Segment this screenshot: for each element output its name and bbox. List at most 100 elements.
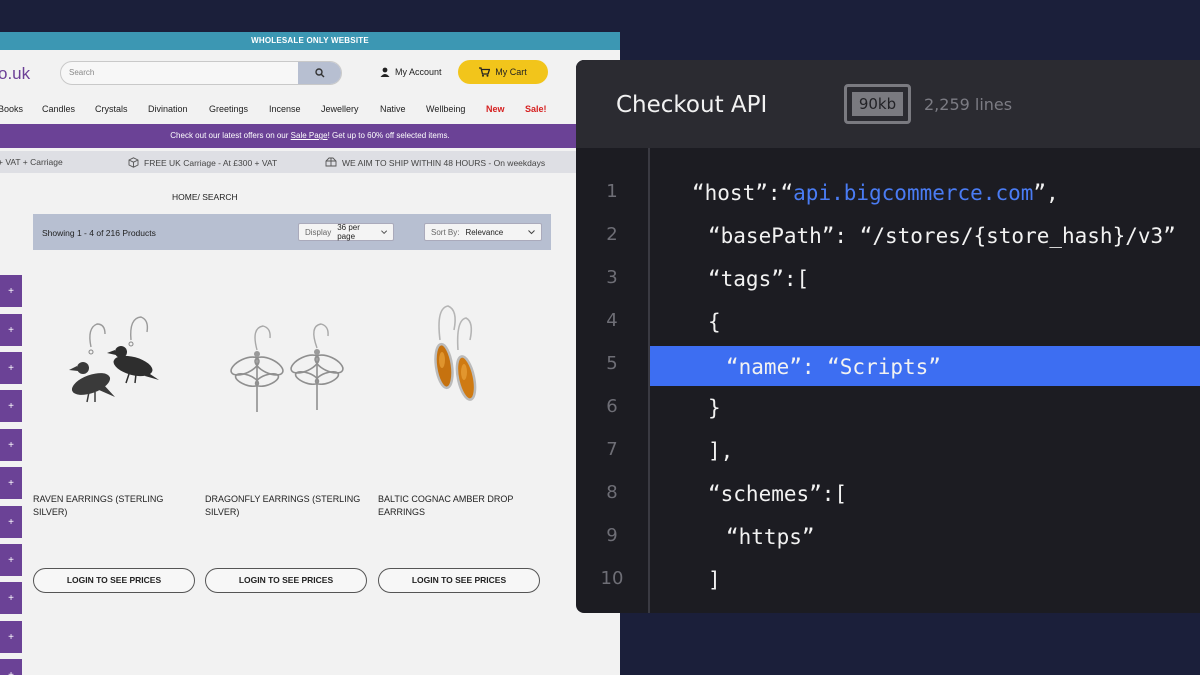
search-button[interactable]: [298, 62, 341, 84]
nav-new[interactable]: New: [486, 104, 505, 114]
my-cart-label: My Cart: [495, 67, 527, 77]
chevron-down-icon: [528, 229, 535, 234]
code-line: “name”: “Scripts”: [726, 355, 941, 379]
product-card: RAVEN EARRINGS (STERLING SILVER): [33, 262, 195, 517]
promo-banner: Check out our latest offers on our Sale …: [0, 124, 620, 148]
store-logo[interactable]: o.uk: [0, 64, 30, 84]
store-window: WHOLESALE ONLY WEBSITE o.uk Search My Ac…: [0, 32, 620, 675]
display-select[interactable]: Display 36 per page: [298, 223, 394, 241]
line-number: 9: [606, 525, 618, 546]
nav-wellbeing[interactable]: Wellbeing: [426, 104, 465, 114]
cart-icon: [479, 67, 491, 77]
shipping-time-info: WE AIM TO SHIP WITHIN 48 HOURS - On week…: [325, 157, 545, 168]
sort-label: Sort By:: [431, 227, 460, 237]
product-image-raven[interactable]: [33, 262, 195, 432]
shipping-box-icon: [325, 157, 337, 167]
nav-greetings[interactable]: Greetings: [209, 104, 248, 114]
filter-expand-button[interactable]: +: [0, 275, 22, 307]
nav-divination[interactable]: Divination: [148, 104, 188, 114]
code-line: “host”:“api.bigcommerce.com”,: [692, 181, 1059, 205]
code-text: “host”:“: [692, 181, 794, 205]
filter-expand-button[interactable]: +: [0, 352, 22, 384]
login-to-see-prices-button[interactable]: LOGIN TO SEE PRICES: [378, 568, 540, 593]
product-image-dragonfly[interactable]: [205, 262, 367, 432]
line-number: 4: [606, 310, 618, 331]
nav-incense[interactable]: Incense: [269, 104, 301, 114]
box-icon: [128, 157, 139, 168]
code-line: ],: [708, 439, 734, 463]
search-input[interactable]: Search: [69, 68, 94, 77]
code-line: “https”: [726, 525, 815, 549]
filter-expand-button[interactable]: +: [0, 582, 22, 614]
search-bar[interactable]: Search: [60, 61, 342, 85]
breadcrumb[interactable]: HOME/ SEARCH: [172, 192, 238, 202]
display-label: Display: [305, 227, 332, 237]
filter-expand-button[interactable]: +: [0, 390, 22, 422]
results-count: Showing 1 - 4 of 216 Products: [42, 228, 156, 238]
filter-expand-button[interactable]: +: [0, 314, 22, 346]
results-toolbar: Showing 1 - 4 of 216 Products Display 36…: [33, 214, 551, 250]
filter-expand-button[interactable]: +: [0, 659, 22, 675]
product-card: BALTIC COGNAC AMBER DROP EARRINGS: [378, 262, 540, 517]
vat-carriage-text: + VAT + Carriage: [0, 157, 63, 167]
line-number: 3: [606, 267, 618, 288]
code-panel: Checkout API 90kb 2,259 lines 1 2 3 4 5 …: [576, 60, 1200, 613]
free-carriage-info: FREE UK Carriage - At £300 + VAT: [128, 157, 277, 168]
line-number: 7: [606, 439, 618, 460]
code-line: “basePath”: “/stores/{store_hash}/v3”: [708, 224, 1176, 248]
line-number: 2: [606, 224, 618, 245]
product-name[interactable]: DRAGONFLY EARRINGS (STERLING SILVER): [205, 493, 367, 518]
free-carriage-text: FREE UK Carriage - At £300 + VAT: [144, 157, 278, 168]
code-text: ”,: [1033, 181, 1059, 205]
filter-expand-button[interactable]: +: [0, 621, 22, 653]
promo-text-after: ! Get up to 60% off selected items.: [327, 131, 450, 140]
nav-crystals[interactable]: Crystals: [95, 104, 128, 114]
store-header: o.uk Search My Account My Cart: [0, 50, 620, 90]
category-nav: Books Candles Crystals Divination Greeti…: [0, 96, 620, 122]
search-icon: [314, 68, 324, 78]
line-number: 1: [606, 181, 618, 202]
product-name[interactable]: BALTIC COGNAC AMBER DROP EARRINGS: [378, 493, 540, 518]
shipping-info-bar: + VAT + Carriage FREE UK Carriage - At £…: [0, 151, 620, 173]
code-line: {: [708, 310, 721, 334]
product-name[interactable]: RAVEN EARRINGS (STERLING SILVER): [33, 493, 195, 518]
my-account-label: My Account: [395, 67, 442, 77]
promo-text-before: Check out our latest offers on our: [170, 131, 291, 140]
line-number: 8: [606, 482, 618, 503]
file-size-badge: 90kb: [844, 84, 911, 124]
code-panel-header: Checkout API 90kb 2,259 lines: [576, 60, 1200, 148]
lines-count: 2,259 lines: [924, 95, 1013, 114]
filter-expand-button[interactable]: +: [0, 467, 22, 499]
login-to-see-prices-button[interactable]: LOGIN TO SEE PRICES: [205, 568, 367, 593]
display-value: 36 per page: [337, 223, 360, 241]
user-icon: [380, 67, 390, 77]
nav-native[interactable]: Native: [380, 104, 406, 114]
code-line: “schemes”:[: [708, 482, 848, 506]
code-line: }: [708, 396, 721, 420]
my-account-link[interactable]: My Account: [380, 67, 442, 77]
nav-books[interactable]: Books: [0, 104, 23, 114]
code-line: “tags”:[: [708, 267, 810, 291]
line-number: 5: [606, 353, 618, 374]
code-line: ]: [708, 568, 721, 592]
product-image-amber[interactable]: [378, 262, 540, 432]
line-number: 10: [600, 568, 624, 589]
sort-value: Relevance: [465, 227, 504, 237]
product-card: DRAGONFLY EARRINGS (STERLING SILVER): [205, 262, 367, 517]
nav-jewellery[interactable]: Jewellery: [321, 104, 359, 114]
line-number: 6: [606, 396, 618, 417]
sort-select[interactable]: Sort By: Relevance: [424, 223, 542, 241]
nav-sale[interactable]: Sale!: [525, 104, 547, 114]
my-cart-button[interactable]: My Cart: [458, 60, 548, 84]
shipping-time-text: WE AIM TO SHIP WITHIN 48 HOURS - On week…: [342, 157, 546, 168]
chevron-down-icon: [380, 229, 387, 234]
nav-candles[interactable]: Candles: [42, 104, 75, 114]
filter-expand-button[interactable]: +: [0, 506, 22, 538]
filter-expand-button[interactable]: +: [0, 544, 22, 576]
file-size: 90kb: [852, 92, 903, 116]
code-string: api.bigcommerce.com: [793, 181, 1034, 205]
filter-expand-button[interactable]: +: [0, 429, 22, 461]
wholesale-banner: WHOLESALE ONLY WEBSITE: [0, 32, 620, 50]
sale-page-link[interactable]: Sale Page: [291, 131, 328, 140]
login-to-see-prices-button[interactable]: LOGIN TO SEE PRICES: [33, 568, 195, 593]
